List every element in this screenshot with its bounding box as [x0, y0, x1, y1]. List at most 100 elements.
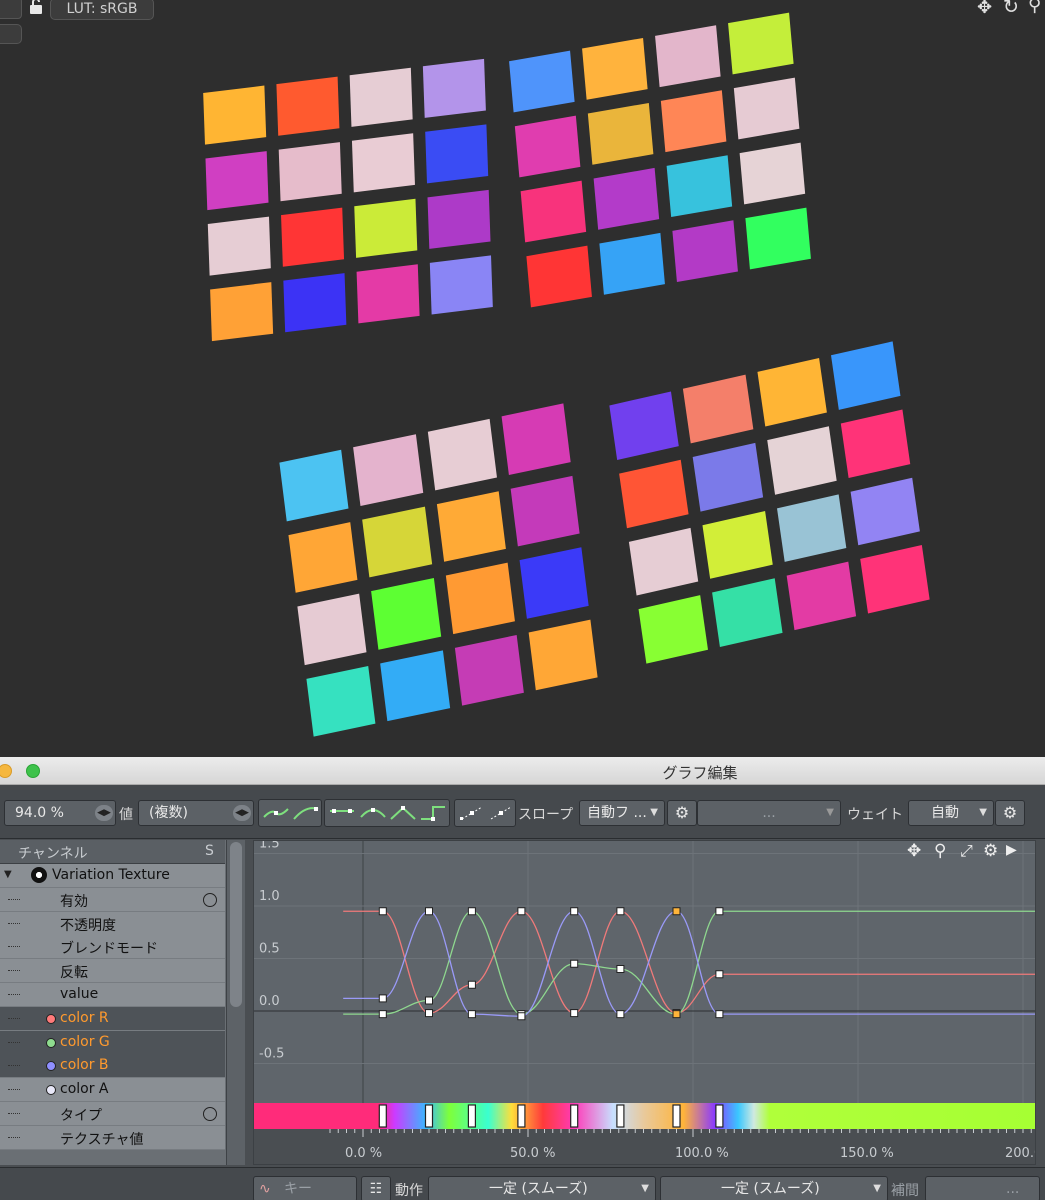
channel-row[interactable]: 反転: [0, 959, 225, 984]
color-swatch: [371, 578, 441, 650]
slope-extra-dropdown[interactable]: ... ▼: [697, 800, 841, 826]
color-swatch: [526, 245, 592, 308]
y-axis-tick-label: 0.5: [259, 942, 280, 957]
curve-key[interactable]: [378, 907, 387, 916]
curve-key[interactable]: [425, 996, 433, 1005]
gradient-key[interactable]: [424, 1104, 434, 1128]
channel-row[interactable]: 有効: [0, 887, 225, 912]
channel-row[interactable]: ▼ Variation Texture: [0, 864, 225, 888]
value-field[interactable]: (複数) ◀▶: [138, 800, 254, 826]
graph-plot[interactable]: 1.5 1.0 0.5 0.0 -0.5 0.0 % 50.0 % 100.0 % 150.0 …: [254, 841, 1035, 1164]
channel-list: チャンネル S ▼ Variation Texture 有効 不透明度 ブレンドモード反…: [0, 840, 245, 1165]
curve-key[interactable]: [467, 907, 476, 916]
curve-key[interactable]: [672, 1010, 681, 1019]
state-toggle-icon[interactable]: [203, 892, 217, 907]
channel-row[interactable]: タイプ: [0, 1102, 225, 1126]
gradient-key[interactable]: [378, 1104, 387, 1128]
curve-key[interactable]: [517, 1012, 526, 1021]
lut-button[interactable]: LUT: sRGB: [50, 0, 154, 20]
channel-color-dot: [46, 1013, 56, 1024]
graph-fit-icon[interactable]: ⤢: [960, 841, 973, 861]
move-icon[interactable]: ✥: [977, 0, 992, 18]
zoom-icon[interactable]: ⚲: [1028, 0, 1041, 16]
interp-field[interactable]: ...: [925, 1176, 1040, 1200]
key-button[interactable]: ∿ キー: [253, 1176, 357, 1200]
auto-tangent-icon[interactable]: [359, 803, 387, 827]
channel-row[interactable]: color A: [0, 1078, 225, 1103]
curve-key[interactable]: [715, 907, 724, 916]
weight-gear-button[interactable]: ⚙: [995, 800, 1025, 826]
tree-connector: [8, 898, 20, 900]
channel-row[interactable]: テクスチャ値: [0, 1125, 225, 1150]
color-swatch: [733, 77, 800, 140]
slope-dropdown[interactable]: 自動フ ... ▼: [579, 800, 665, 826]
color-swatch: [427, 189, 491, 249]
rotate-icon[interactable]: ↻: [1003, 0, 1019, 18]
state-toggle-icon[interactable]: [203, 1107, 217, 1121]
curve-key[interactable]: [467, 980, 476, 989]
expand-triangle-icon[interactable]: ▼: [4, 869, 12, 880]
smooth-in-icon[interactable]: [262, 803, 290, 827]
color-panel-top-left: [203, 58, 493, 342]
curve-key[interactable]: [570, 907, 579, 916]
lock-icon[interactable]: [27, 0, 45, 16]
color-swatch: [587, 102, 654, 165]
gradient-key[interactable]: [715, 1104, 724, 1128]
3d-viewport[interactable]: LUT: sRGB ✥ ↻ ⚲: [0, 0, 1045, 757]
smooth-out-icon[interactable]: [292, 803, 320, 827]
linear-tangent-icon[interactable]: [389, 803, 417, 827]
window-title: グラフ編集: [662, 764, 738, 782]
gradient-key[interactable]: [570, 1104, 579, 1128]
step-tangent-icon[interactable]: [419, 803, 447, 827]
graph-gear-icon[interactable]: ⚙: [983, 841, 998, 861]
action-icon-button[interactable]: ☷: [361, 1176, 391, 1200]
break-slope-icon[interactable]: [458, 803, 486, 827]
graph-canvas[interactable]: 1.5 1.0 0.5 0.0 -0.5 0.0 % 50.0 % 100.0 % 150.0 …: [253, 840, 1036, 1165]
curve-key[interactable]: [616, 1010, 625, 1019]
curve-key[interactable]: [672, 907, 681, 916]
zoom-stepper-icon[interactable]: ◀▶: [95, 805, 113, 821]
unify-slope-icon[interactable]: [487, 803, 515, 827]
curve-key[interactable]: [425, 1009, 433, 1018]
channel-row[interactable]: color R: [0, 1006, 225, 1031]
channel-row[interactable]: color G: [0, 1030, 225, 1055]
graph-play-icon[interactable]: ▶: [1006, 842, 1017, 858]
curve-key[interactable]: [715, 970, 724, 979]
curve-key[interactable]: [616, 907, 625, 916]
value-stepper-icon[interactable]: ◀▶: [233, 805, 251, 821]
slope-gear-button[interactable]: ⚙: [667, 800, 697, 826]
flat-tangent-icon[interactable]: [328, 803, 356, 827]
curve-key[interactable]: [570, 959, 579, 968]
curve-key[interactable]: [425, 907, 433, 916]
curve-key[interactable]: [616, 965, 625, 973]
behavior-dropdown-2[interactable]: 一定 (スムーズ) ▼: [660, 1176, 888, 1200]
scrollbar-thumb[interactable]: [230, 842, 242, 1007]
curve-key[interactable]: [378, 1010, 387, 1019]
behavior-dropdown-1[interactable]: 一定 (スムーズ) ▼: [428, 1176, 656, 1200]
x-axis-tick-label: 50.0 %: [510, 1146, 555, 1161]
gradient-key[interactable]: [616, 1104, 625, 1128]
channel-row[interactable]: color B: [0, 1054, 225, 1079]
viewport-left-button[interactable]: [0, 0, 22, 19]
color-swatch: [692, 442, 763, 512]
value-label: 値: [119, 807, 133, 823]
graph-zoom-icon[interactable]: ⚲: [934, 841, 946, 861]
weight-dropdown[interactable]: 自動 ▼: [908, 800, 994, 826]
curve-key[interactable]: [467, 1010, 476, 1019]
curve-key[interactable]: [715, 1010, 724, 1019]
channel-row[interactable]: 不透明度: [0, 911, 225, 936]
graph-move-icon[interactable]: ✥: [907, 841, 921, 861]
color-swatch: [281, 207, 345, 267]
gradient-key[interactable]: [467, 1104, 476, 1128]
viewport-side-button[interactable]: [0, 24, 22, 44]
channel-row[interactable]: ブレンドモード: [0, 935, 225, 960]
gradient-key[interactable]: [672, 1104, 681, 1128]
gradient-key[interactable]: [517, 1104, 526, 1128]
zoom-value-text: 94.0 %: [15, 805, 64, 821]
channel-row[interactable]: value: [0, 983, 225, 1007]
curve-key[interactable]: [378, 994, 387, 1003]
channel-list-scrollbar[interactable]: [226, 840, 245, 1165]
curve-key[interactable]: [570, 1009, 579, 1018]
zoom-value-field[interactable]: 94.0 % ◀▶: [4, 800, 116, 826]
curve-key[interactable]: [517, 907, 526, 916]
